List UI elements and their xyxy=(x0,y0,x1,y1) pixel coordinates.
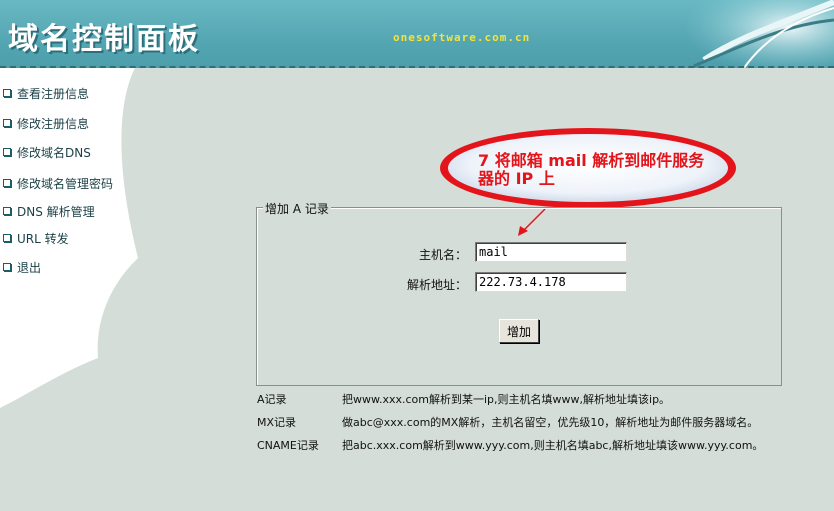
bullet-icon xyxy=(3,263,11,271)
sidebar-item-logout[interactable]: 退出 xyxy=(3,258,41,276)
site-url: onesoftware.com.cn xyxy=(393,31,531,44)
callout-line-1: 7 将邮箱 mail 解析到邮件服务 xyxy=(478,151,705,170)
address-label: 解析地址： xyxy=(406,278,467,292)
callout-text: 7 将邮箱 mail 解析到邮件服务 器的 IP 上 xyxy=(478,152,748,188)
bullet-icon xyxy=(3,119,11,127)
host-label: 主机名： xyxy=(418,248,467,262)
sidebar-item-label: 退出 xyxy=(17,260,42,275)
fieldset-legend: 增加 A 记录 xyxy=(263,200,331,217)
sidebar-item-edit-registration[interactable]: 修改注册信息 xyxy=(3,114,89,132)
sidebar-item-label: 修改域名管理密码 xyxy=(17,176,114,191)
bullet-icon xyxy=(3,207,11,215)
bullet-icon xyxy=(3,179,11,187)
help-desc: 把www.xxx.com解析到某一ip,则主机名填www,解析地址填该ip。 xyxy=(342,393,671,406)
sidebar-item-view-registration[interactable]: 查看注册信息 xyxy=(3,84,89,102)
help-type: CNAME记录 xyxy=(257,439,319,452)
sidebar-item-label: 修改注册信息 xyxy=(17,116,90,131)
sidebar-item-label: 修改域名DNS xyxy=(17,145,91,160)
page-title: 域名控制面板 xyxy=(8,22,200,57)
help-type: MX记录 xyxy=(257,416,297,429)
sidebar-item-url-forward[interactable]: URL 转发 xyxy=(3,229,69,247)
bullet-icon xyxy=(3,89,11,97)
add-button[interactable]: 增加 xyxy=(499,319,539,343)
bullet-icon xyxy=(3,148,11,156)
header-banner: 域名控制面板 onesoftware.com.cn xyxy=(0,0,834,68)
address-input[interactable] xyxy=(475,272,627,292)
sidebar-item-label: DNS 解析管理 xyxy=(17,204,95,219)
sidebar-item-edit-dns[interactable]: 修改域名DNS xyxy=(3,143,91,161)
callout-line-2: 器的 IP 上 xyxy=(478,169,555,188)
sidebar-item-edit-password[interactable]: 修改域名管理密码 xyxy=(3,174,113,192)
sidebar-item-label: URL 转发 xyxy=(17,231,69,246)
sidebar-item-label: 查看注册信息 xyxy=(17,86,90,101)
help-type: A记录 xyxy=(257,393,287,406)
sidebar-item-dns-management[interactable]: DNS 解析管理 xyxy=(3,202,95,220)
banner-decoration-image xyxy=(684,0,834,68)
help-desc: 做abc@xxx.com的MX解析，主机名留空，优先级10，解析地址为邮件服务器… xyxy=(342,416,759,429)
help-desc: 把abc.xxx.com解析到www.yyy.com,则主机名填abc,解析地址… xyxy=(342,439,764,452)
bullet-icon xyxy=(3,234,11,242)
add-a-record-fieldset xyxy=(256,207,782,386)
host-input[interactable] xyxy=(475,242,627,262)
